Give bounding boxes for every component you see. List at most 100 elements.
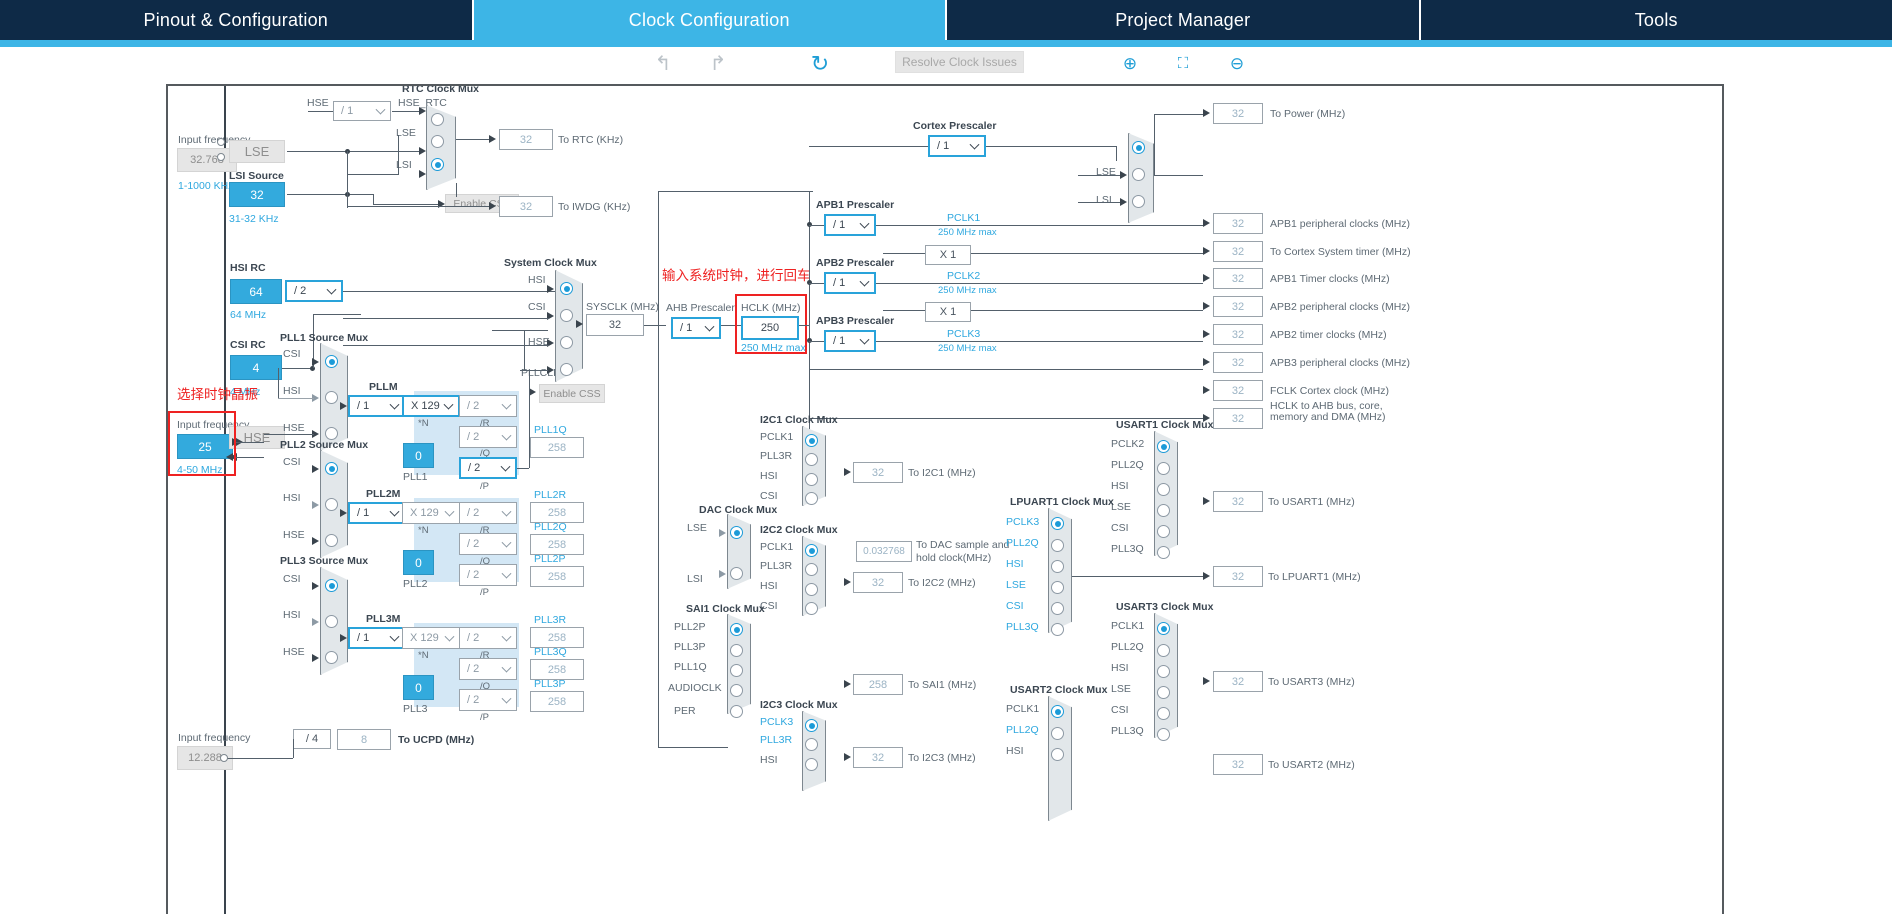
lpuart1-option-4[interactable] (1051, 602, 1064, 615)
tab-tools[interactable]: Tools (1420, 0, 1892, 40)
lpuart1-option-5[interactable] (1051, 623, 1064, 636)
pll1-q-select[interactable]: / 2 (459, 426, 517, 448)
pll2m-select[interactable]: / 1 (348, 502, 406, 524)
pll1-frac-field[interactable]: 0 (403, 443, 434, 468)
ahb-prescaler-select[interactable]: / 1 (671, 317, 721, 339)
rtc-hse-prescaler-select[interactable]: / 1 (333, 101, 391, 121)
i2c1-option-2[interactable] (805, 473, 818, 486)
i2c1-option-1[interactable] (805, 453, 818, 466)
hsi-rc-value[interactable]: 64 (230, 279, 282, 304)
i2c3-option-0[interactable] (805, 719, 818, 732)
pll2-q-select[interactable]: / 2 (459, 533, 517, 555)
lse-block[interactable]: LSE (229, 140, 285, 163)
pll3-p-select[interactable]: / 2 (459, 689, 517, 711)
usart3-option-3[interactable] (1157, 686, 1170, 699)
pll2-mux-option-hse[interactable] (325, 534, 338, 547)
pll3m-select[interactable]: / 1 (348, 627, 406, 649)
sysmux-option-hse[interactable] (560, 336, 573, 349)
pll2-n-select[interactable]: X 129 (402, 502, 460, 524)
sai1-option-1[interactable] (730, 644, 743, 657)
usart1-option-0[interactable] (1157, 440, 1170, 453)
pll2-p-select[interactable]: / 2 (459, 564, 517, 586)
hsi-divider-select[interactable]: / 2 (285, 280, 343, 302)
usart1-option-2[interactable] (1157, 483, 1170, 496)
clock-tree-canvas[interactable]: Input frequency 32.768 1-1000 KHz LSE LS… (166, 84, 1724, 914)
cortex-systick-option-hclk[interactable] (1132, 141, 1145, 154)
zoom-out-icon[interactable]: ⊖ (1222, 47, 1252, 80)
usart2-option-0[interactable] (1051, 705, 1064, 718)
tab-project-manager[interactable]: Project Manager (947, 0, 1421, 40)
tab-pinout-configuration[interactable]: Pinout & Configuration (0, 0, 474, 40)
lpuart1-option-0[interactable] (1051, 517, 1064, 530)
usart1-option-5[interactable] (1157, 546, 1170, 559)
sai1-option-2[interactable] (730, 664, 743, 677)
pll1-r-select[interactable]: / 2 (459, 395, 517, 417)
lpuart1-option-2[interactable] (1051, 560, 1064, 573)
usart3-option-4[interactable] (1157, 707, 1170, 720)
pll3-mux-option-hsi[interactable] (325, 615, 338, 628)
i2c1-option-0[interactable] (805, 434, 818, 447)
i2c2-option-3[interactable] (805, 602, 818, 615)
pll2-mux-option-hsi[interactable] (325, 498, 338, 511)
pll1-p-select[interactable]: / 2 (459, 457, 517, 479)
apb3-prescaler-select[interactable]: / 1 (824, 330, 876, 352)
usart2-option-1[interactable] (1051, 727, 1064, 740)
lse-input-frequency-field[interactable]: 32.768 (177, 148, 237, 172)
sai1-option-0[interactable] (730, 623, 743, 636)
usart3-option-0[interactable] (1157, 622, 1170, 635)
tab-clock-configuration[interactable]: Clock Configuration (473, 0, 947, 40)
pll3-n-select[interactable]: X 129 (402, 627, 460, 649)
cortex-systick-option-lse[interactable] (1132, 168, 1145, 181)
pll1-mux-option-csi[interactable] (325, 355, 338, 368)
sysmux-option-hsi[interactable] (560, 282, 573, 295)
usart3-option-1[interactable] (1157, 644, 1170, 657)
i2c2-option-2[interactable] (805, 583, 818, 596)
cortex-systick-option-lsi[interactable] (1132, 195, 1145, 208)
usart3-option-5[interactable] (1157, 728, 1170, 741)
apb2-prescaler-select[interactable]: / 1 (824, 272, 876, 294)
sai1-option-4[interactable] (730, 705, 743, 718)
i2c3-option-1[interactable] (805, 738, 818, 751)
usart1-option-3[interactable] (1157, 504, 1170, 517)
cortex-prescaler-select[interactable]: / 1 (928, 135, 986, 157)
pll2-frac-field[interactable]: 0 (403, 550, 434, 575)
lpuart1-option-1[interactable] (1051, 539, 1064, 552)
sysmux-option-csi[interactable] (560, 309, 573, 322)
pll3-mux-option-hse[interactable] (325, 651, 338, 664)
pll3-frac-field[interactable]: 0 (403, 675, 434, 700)
sysclk-enable-css-button[interactable]: Enable CSS (539, 384, 605, 403)
apb1-prescaler-select[interactable]: / 1 (824, 214, 876, 236)
rtc-mux-option-lsi[interactable] (431, 158, 444, 171)
i2c2-option-0[interactable] (805, 544, 818, 557)
usart3-option-2[interactable] (1157, 665, 1170, 678)
dac-option-lsi[interactable] (730, 567, 743, 580)
zoom-in-icon[interactable]: ⊕ (1115, 47, 1145, 80)
usart1-option-1[interactable] (1157, 462, 1170, 475)
pll3-r-select[interactable]: / 2 (459, 627, 517, 649)
pll3-mux-option-csi[interactable] (325, 579, 338, 592)
pll2-r-select[interactable]: / 2 (459, 502, 517, 524)
dac-option-lse[interactable] (730, 526, 743, 539)
usart1-option-4[interactable] (1157, 525, 1170, 538)
pll1-n-select[interactable]: X 129 (402, 395, 460, 417)
rtc-mux-option-lse[interactable] (431, 135, 444, 148)
resolve-clock-issues-button[interactable]: Resolve Clock Issues (895, 51, 1024, 73)
refresh-icon[interactable]: ↻ (805, 47, 835, 80)
i2c2-option-1[interactable] (805, 563, 818, 576)
redo-icon[interactable]: ↱ (703, 47, 733, 80)
i2c1-option-3[interactable] (805, 492, 818, 505)
pll2-mux-option-csi[interactable] (325, 462, 338, 475)
sysmux-option-pllclk[interactable] (560, 363, 573, 376)
rtc-mux-option-hse-rtc[interactable] (431, 113, 444, 126)
sai1-option-3[interactable] (730, 684, 743, 697)
undo-icon[interactable]: ↰ (648, 47, 678, 80)
usart2-option-2[interactable] (1051, 748, 1064, 761)
pll3-q-select[interactable]: / 2 (459, 658, 517, 680)
pll1-mux-option-hsi[interactable] (325, 391, 338, 404)
lsi-source-field[interactable]: 32 (229, 182, 285, 207)
i2c3-option-2[interactable] (805, 758, 818, 771)
fit-to-screen-icon[interactable]: ⛶ (1168, 47, 1198, 80)
lpuart1-option-3[interactable] (1051, 581, 1064, 594)
csi-rc-value[interactable]: 4 (230, 355, 282, 380)
pllm-select[interactable]: / 1 (348, 395, 406, 417)
